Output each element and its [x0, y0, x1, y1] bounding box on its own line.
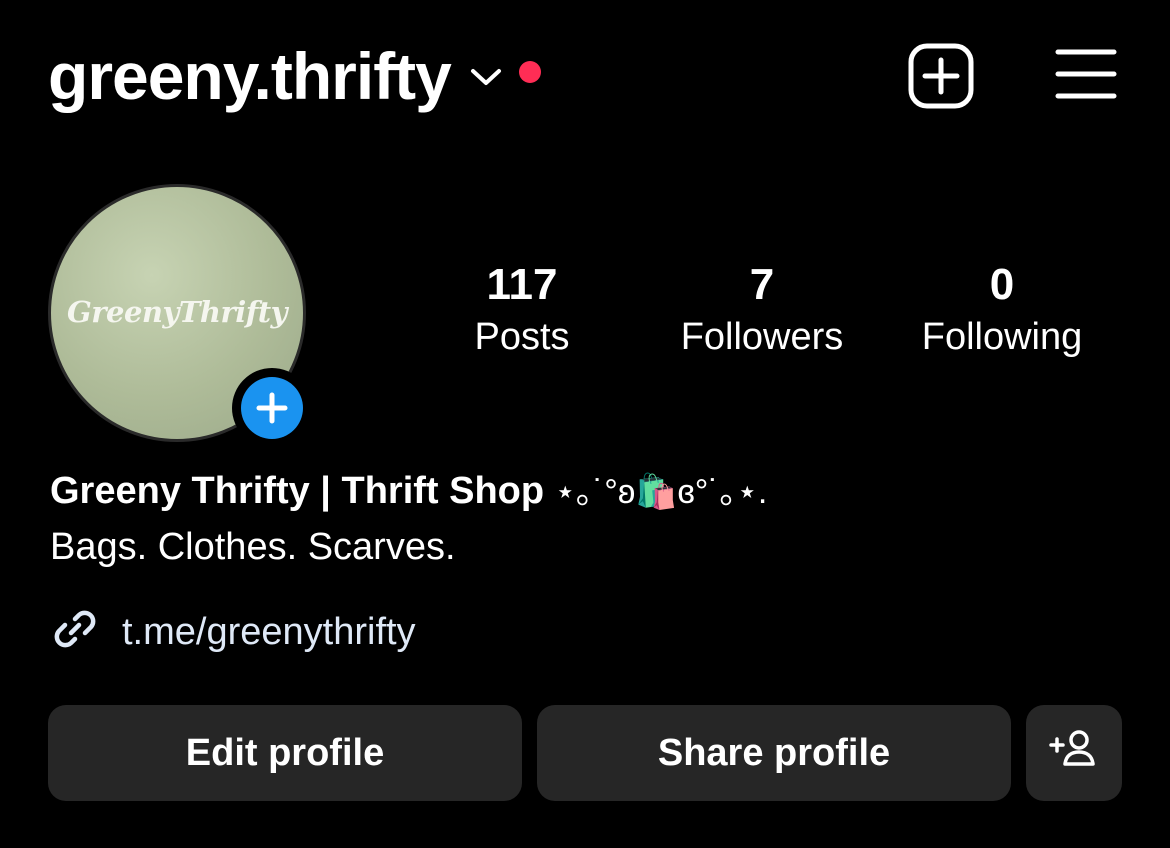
followers-label: Followers	[680, 316, 844, 358]
new-post-icon[interactable]	[907, 42, 975, 115]
display-name: Greeny Thrifty | Thrift Shop ⋆｡˙°ʚ🛍️ɞ°˙｡…	[50, 462, 767, 521]
discover-people-button[interactable]	[1026, 705, 1122, 801]
account-switcher[interactable]: greeny.thrifty	[48, 38, 541, 114]
link-icon	[48, 602, 102, 661]
stat-followers[interactable]: 7 Followers	[656, 258, 868, 362]
add-person-icon	[1049, 728, 1099, 778]
top-bar: greeny.thrifty	[0, 0, 1170, 150]
share-profile-label: Share profile	[657, 731, 891, 774]
plus-icon	[241, 377, 303, 439]
display-name-text: Greeny Thrifty | Thrift Shop	[50, 470, 545, 512]
add-story-button[interactable]	[232, 368, 312, 448]
edit-profile-button[interactable]: Edit profile	[48, 705, 522, 801]
posts-count: 117	[486, 260, 558, 309]
followers-count: 7	[749, 260, 775, 309]
profile-link[interactable]: t.me/greenythrifty	[48, 602, 416, 661]
name-decoration-left: ⋆｡˙°ʚ	[554, 473, 636, 511]
link-text: t.me/greenythrifty	[122, 610, 416, 653]
chevron-down-icon	[469, 66, 503, 93]
menu-icon[interactable]	[1055, 48, 1117, 105]
name-decoration-right: ɞ°˙｡⋆.	[677, 473, 768, 511]
following-label: Following	[921, 316, 1083, 358]
avatar-logo-text: GreenyThrifty	[66, 295, 288, 329]
edit-profile-label: Edit profile	[185, 731, 385, 774]
following-count: 0	[989, 260, 1015, 309]
notification-dot	[518, 61, 541, 83]
username: greeny.thrifty	[48, 39, 452, 113]
stat-posts[interactable]: 117 Posts	[446, 258, 598, 362]
bio: Bags. Clothes. Scarves.	[50, 526, 456, 568]
posts-label: Posts	[474, 316, 570, 358]
shopping-bags-emoji: 🛍️	[635, 473, 678, 511]
stat-following[interactable]: 0 Following	[898, 258, 1106, 362]
share-profile-button[interactable]: Share profile	[537, 705, 1011, 801]
